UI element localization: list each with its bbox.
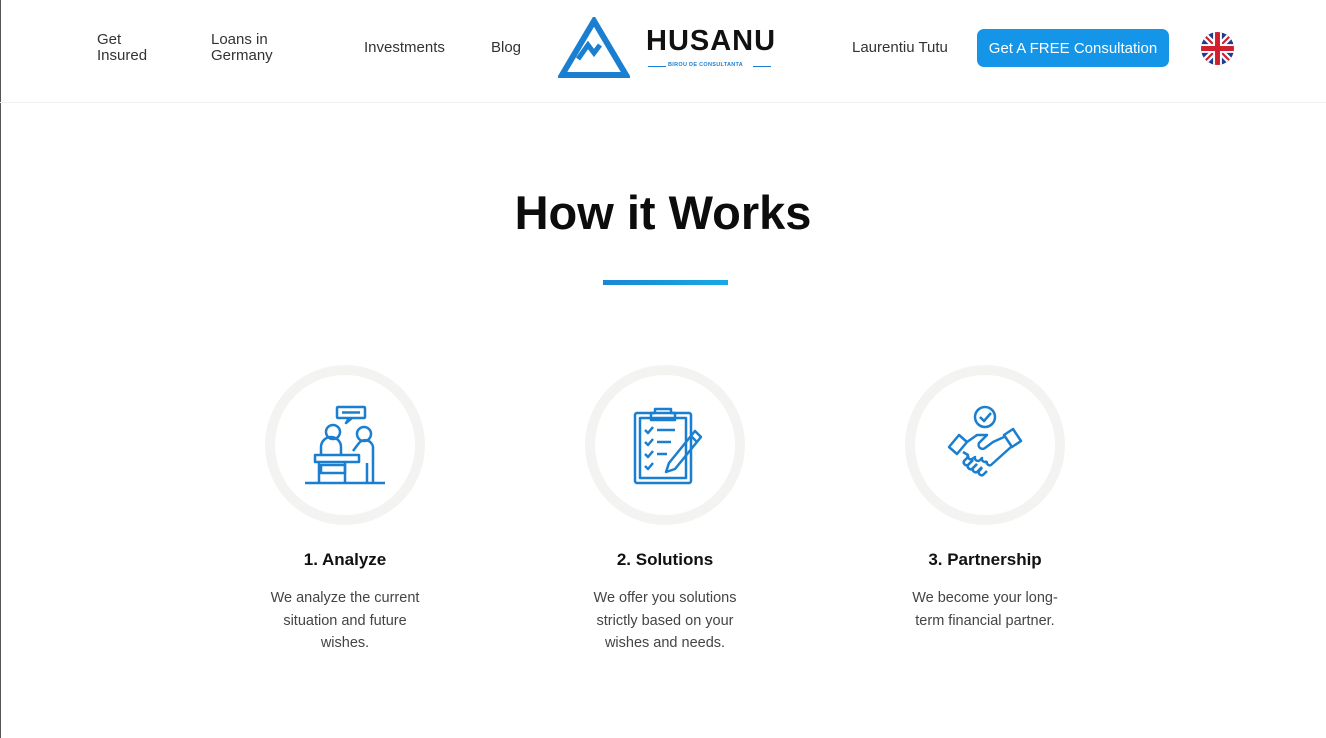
nav-investments[interactable]: Investments [364,40,445,56]
step-title: 3. Partnership [928,550,1042,569]
step-description: We offer you solutions strictly based on… [593,590,737,651]
step-description: We analyze the current situation and fut… [270,590,420,651]
brand-tagline: BIROU DE CONSULTANTA [668,62,744,68]
title-underline [603,280,728,285]
step-icon-circle [265,365,425,525]
nav-loans-in-germany[interactable]: Loans in Germany [211,32,291,64]
step-description: We become your long-term financial partn… [912,590,1058,629]
handshake-icon [947,405,1023,477]
step-icon-circle [585,365,745,525]
clipboard-checklist-icon [633,407,703,485]
step-analyze: 1. Analyze We analyze the current situat… [235,365,455,655]
step-icon-circle [905,365,1065,525]
nav-blog[interactable]: Blog [491,40,521,56]
step-title: 2. Solutions [616,550,714,569]
step-solutions: 2. Solutions We offer you solutions stri… [555,365,775,655]
step-partnership: 3. Partnership We become your long-term … [875,365,1095,632]
step-title: 1. Analyze [303,550,387,569]
nav-laurentiu-tutu[interactable]: Laurentiu Tutu [852,40,948,56]
top-navigation: Get Insured Loans in Germany Investments… [0,0,1326,103]
section-title: How it Works [514,186,812,239]
nav-get-insured[interactable]: Get Insured [97,32,167,64]
uk-flag-icon[interactable] [1201,32,1234,65]
logo-mountain-icon [558,17,630,78]
tagline-rule-left [648,66,666,67]
brand-name: HUSANU [646,25,777,57]
free-consultation-button[interactable]: Get A FREE Consultation [977,29,1169,67]
window-edge [0,0,1,738]
meeting-icon [305,405,385,485]
tagline-rule-right [753,66,771,67]
husanu-logo[interactable]: HUSANU BIROU DE CONSULTANTA [558,17,777,79]
